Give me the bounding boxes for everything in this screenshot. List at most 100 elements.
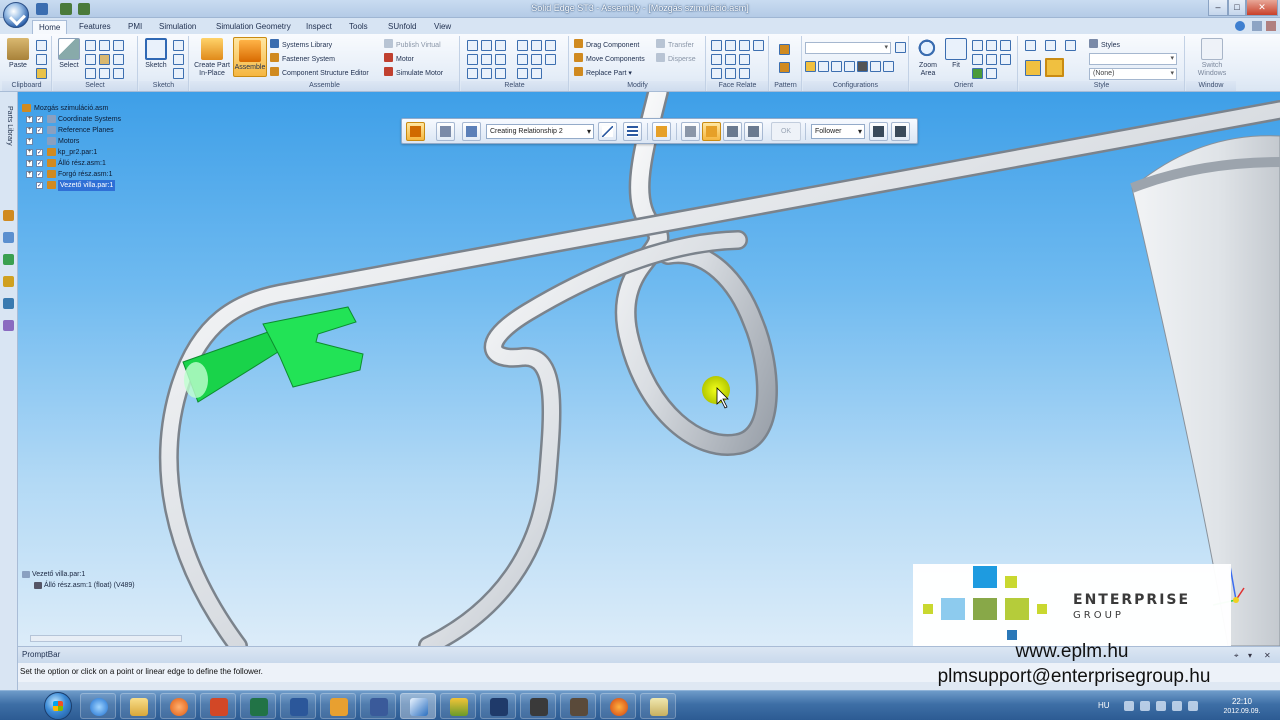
tree-root[interactable]: Mozgás szimuláció.asm <box>22 103 202 114</box>
select-tool-7-icon[interactable] <box>99 68 110 79</box>
drag-component-button[interactable]: Drag Component <box>574 39 639 51</box>
promptbar-pin-icon[interactable]: ⌖ <box>1234 651 1239 661</box>
tab-features[interactable]: Features <box>73 20 117 34</box>
tab-simulation[interactable]: Simulation <box>153 20 202 34</box>
systems-library-button[interactable]: Systems Library <box>270 39 332 51</box>
start-button[interactable] <box>44 692 72 720</box>
minimize-button[interactable]: – <box>1208 0 1228 16</box>
planar-align-icon[interactable] <box>481 40 492 51</box>
tab-home[interactable]: Home <box>32 20 68 34</box>
face-relate-7-icon[interactable] <box>739 54 750 65</box>
motor-button[interactable]: Motor <box>384 53 414 65</box>
taskbar-outlook[interactable] <box>320 693 356 719</box>
transfer-button[interactable]: Transfer <box>656 39 694 51</box>
config-6-icon[interactable] <box>883 61 894 72</box>
tab-tools[interactable]: Tools <box>343 20 374 34</box>
axial-align-icon[interactable] <box>495 40 506 51</box>
features-library-icon[interactable] <box>3 320 14 331</box>
taskbar-save-app[interactable] <box>360 693 396 719</box>
sketch-button[interactable]: Sketch <box>142 38 170 70</box>
face-relate-1-icon[interactable] <box>711 40 722 51</box>
zoom-icon[interactable] <box>972 40 983 51</box>
view-1-icon[interactable] <box>972 54 983 65</box>
view-5-icon[interactable] <box>986 68 997 79</box>
tray-flag-icon[interactable] <box>1156 701 1166 711</box>
assembly-model-view[interactable] <box>18 92 1280 646</box>
taskbar-firefox[interactable] <box>600 693 636 719</box>
expand-icon[interactable]: + <box>26 116 33 123</box>
fastener-system-button[interactable]: Fastener System <box>270 53 335 65</box>
taskbar-powerpoint[interactable] <box>200 693 236 719</box>
ground-icon[interactable] <box>467 68 478 79</box>
relationship-step-select[interactable]: Creating Relationship 2 <box>486 124 594 139</box>
zoom-area-button[interactable]: Zoom Area <box>914 38 942 78</box>
clock-date[interactable]: 2012.09.09. <box>1222 708 1262 715</box>
replace-part-button[interactable]: Replace Part ▾ <box>574 67 632 79</box>
config-3-icon[interactable] <box>831 61 842 72</box>
select-tool-2-icon[interactable] <box>99 40 110 51</box>
visibility-checkbox[interactable]: ✓ <box>36 171 43 178</box>
options-button[interactable] <box>436 122 455 141</box>
expand-icon[interactable]: + <box>26 149 33 156</box>
taskbar-media-player[interactable] <box>160 693 196 719</box>
help-icon[interactable] <box>1235 21 1245 31</box>
view-4-icon[interactable] <box>972 68 983 79</box>
placement-step-button[interactable] <box>744 122 763 141</box>
select-tool-4-icon[interactable] <box>85 54 96 65</box>
ribbon-close-icon[interactable] <box>1266 21 1276 31</box>
face-relate-3-icon[interactable] <box>739 40 750 51</box>
format-painter-icon[interactable] <box>36 68 47 79</box>
tangent-icon[interactable] <box>467 54 478 65</box>
simulate-motor-button[interactable]: Simulate Motor <box>384 67 443 79</box>
maximize-button[interactable]: □ <box>1228 0 1246 16</box>
cam-icon[interactable] <box>481 54 492 65</box>
face-relate-10-icon[interactable] <box>739 68 750 79</box>
clock-time[interactable]: 22:10 <box>1222 697 1262 706</box>
tree-item[interactable]: + ✓ Álló rész.asm:1 <box>22 158 202 169</box>
cancel-button[interactable] <box>891 122 910 141</box>
ribbon-minimize-icon[interactable] <box>1252 21 1262 31</box>
follower-mode-select[interactable]: Follower <box>811 124 865 139</box>
taskbar-explorer[interactable] <box>120 693 156 719</box>
visibility-checkbox[interactable]: ✓ <box>36 160 43 167</box>
visibility-checkbox[interactable]: ✓ <box>36 116 43 123</box>
move-components-button[interactable]: Move Components <box>574 53 645 65</box>
visibility-checkbox[interactable]: ✓ <box>36 182 43 189</box>
switch-windows-button[interactable]: Switch Windows <box>1190 38 1234 78</box>
follower-step-button[interactable] <box>702 122 721 141</box>
parts-library-tab[interactable]: Parts Library <box>2 106 15 156</box>
face-relate-2-icon[interactable] <box>725 40 736 51</box>
taskbar-internet-explorer[interactable] <box>80 693 116 719</box>
configuration-select[interactable] <box>805 42 891 54</box>
rigid-set-icon[interactable] <box>495 68 506 79</box>
tray-network-icon[interactable] <box>1124 701 1134 711</box>
select-tool-5-icon[interactable] <box>113 54 124 65</box>
select-tool-6-icon[interactable] <box>85 68 96 79</box>
face-relate-4-icon[interactable] <box>753 40 764 51</box>
taskbar-app-10[interactable] <box>440 693 476 719</box>
tree-item[interactable]: + ✓ kp_pr2.par:1 <box>22 147 202 158</box>
pathfinder-icon[interactable] <box>3 210 14 221</box>
taskbar-app-15[interactable] <box>640 693 676 719</box>
sketch-tool-1-icon[interactable] <box>173 40 184 51</box>
camera-icon[interactable] <box>857 61 868 72</box>
select-tools-icon[interactable] <box>3 254 14 265</box>
relationship-types-button[interactable] <box>462 122 481 141</box>
parallel-icon[interactable] <box>495 54 506 65</box>
taskbar-word[interactable] <box>280 693 316 719</box>
sketch-tool-3-icon[interactable] <box>173 68 184 79</box>
graphics-window[interactable]: Mozgás szimuláció.asm + ✓ Coordinate Syste… <box>18 92 1280 646</box>
pathfinder-scrollbar[interactable] <box>30 635 182 642</box>
view-3-icon[interactable] <box>1000 54 1011 65</box>
relate-tool-icon[interactable] <box>517 68 528 79</box>
select-tool-8-icon[interactable] <box>113 68 124 79</box>
application-menu-button[interactable] <box>3 2 29 28</box>
tray-power-icon[interactable] <box>1172 701 1182 711</box>
relationship-list-button[interactable] <box>623 122 642 141</box>
tab-inspect[interactable]: Inspect <box>300 20 338 34</box>
sensors-icon[interactable] <box>3 276 14 287</box>
mate-icon[interactable] <box>467 40 478 51</box>
cube-view-1-icon[interactable] <box>1025 40 1036 51</box>
select-tool-1-icon[interactable] <box>85 40 96 51</box>
style-value-select[interactable]: (None) <box>1089 68 1177 80</box>
